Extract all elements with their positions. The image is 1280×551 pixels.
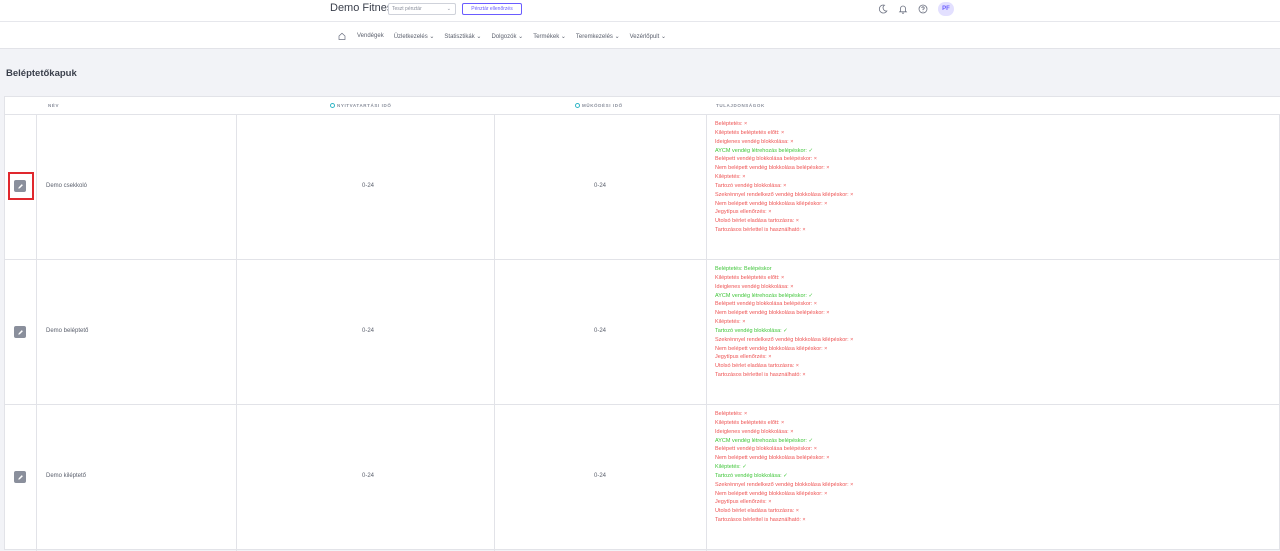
header-opening[interactable]: NYITVATARTÁSI IDŐ <box>330 103 391 108</box>
pencil-icon <box>17 329 23 335</box>
header-name[interactable]: NÉV <box>48 103 59 108</box>
header-properties: TULAJDONSÁGOK <box>716 103 765 108</box>
nav-guests[interactable]: Vendégek <box>357 33 384 39</box>
nav-employees[interactable]: Dolgozók ⌄ <box>491 33 523 40</box>
header-operating[interactable]: MŰKÖDÉSI IDŐ <box>575 103 623 108</box>
property-item: Szekrénnyel rendelkező vendég blokkolása… <box>715 481 854 488</box>
gates-table: NÉV NYITVATARTÁSI IDŐ MŰKÖDÉSI IDŐ TULAJ… <box>4 96 1280 551</box>
opening-hours: 0-24 <box>361 328 374 334</box>
edit-button[interactable] <box>14 326 26 338</box>
property-item: Kiléptetés beléptetés előtt: × <box>715 419 785 426</box>
property-item: Kiléptetés: × <box>715 174 746 181</box>
property-item: Nem belépett vendég blokkolása kilépésko… <box>715 490 828 497</box>
property-item: Belépett vendég blokkolása belépéskor: × <box>715 446 817 453</box>
property-item: Utolsó bérlet eladása tartozásra: × <box>715 508 799 515</box>
top-icons: PF <box>876 2 954 16</box>
properties-list: Beléptetés: × Kiléptetés beléptetés előtt… <box>715 410 853 525</box>
property-item: Tartozásos bérlettel is használható: × <box>715 227 806 234</box>
property-item: AYCM vendég létrehozás belépéskor: ✓ <box>715 147 814 154</box>
property-item: Nem belépett vendég blokkolása kilépésko… <box>715 345 828 352</box>
nav-statistics[interactable]: Statisztikák ⌄ <box>444 33 481 40</box>
property-item: Jegytípus ellenőrzés: × <box>715 499 772 506</box>
property-item: Belépett vendég blokkolása belépéskor: × <box>715 301 817 308</box>
table-row: Demo beléptető 0-24 0-24 Beléptetés: Bel… <box>5 260 1280 405</box>
pencil-icon <box>17 474 23 480</box>
property-item: Beléptetés: Belépéskor <box>715 266 772 272</box>
property-item: Nem belépett vendég blokkolása belépésko… <box>715 310 830 317</box>
property-item: Szekrénnyel rendelkező vendég blokkolása… <box>715 191 854 198</box>
register-select[interactable]: Teszt pénztár ⌄ <box>388 3 456 15</box>
table-row: Demo csekkoló 0-24 0-24 Beléptetés: × Kil… <box>5 115 1280 260</box>
main-nav: Vendégek Üzletkezelés ⌄ Statisztikák ⌄ D… <box>0 22 1280 49</box>
property-item: Tartozásos bérlettel is használható: × <box>715 372 806 379</box>
dark-mode-moon-icon[interactable] <box>876 2 890 16</box>
property-item: Tartozásos bérlettel is használható: × <box>715 517 806 524</box>
nav-dashboard[interactable]: Vezérlőpult ⌄ <box>630 33 666 40</box>
header-opening-label: NYITVATARTÁSI IDŐ <box>337 103 392 108</box>
edit-button[interactable] <box>14 471 26 483</box>
info-icon <box>575 103 580 108</box>
properties-list: Beléptetés: × Kiléptetés beléptetés előtt… <box>715 120 853 235</box>
property-item: Kiléptetés beléptetés előtt: × <box>715 129 785 136</box>
property-item: Ideiglenes vendég blokkolása: × <box>715 428 794 435</box>
property-item: Kiléptetés beléptetés előtt: × <box>715 274 785 281</box>
home-icon[interactable] <box>337 32 347 40</box>
chevron-down-icon: ⌄ <box>446 6 451 12</box>
property-item: Jegytípus ellenőrzés: × <box>715 354 772 361</box>
property-item: Tartozó vendég blokkolása: ✓ <box>715 327 788 334</box>
pencil-icon <box>17 183 23 189</box>
properties-list: Beléptetés: Belépéskor Kiléptetés belépte… <box>715 265 853 380</box>
register-select-value: Teszt pénztár <box>392 6 422 12</box>
opening-hours: 0-24 <box>361 183 374 189</box>
property-item: AYCM vendég létrehozás belépéskor: ✓ <box>715 437 814 444</box>
notification-bell-icon[interactable] <box>896 2 910 16</box>
property-item: Utolsó bérlet eladása tartozásra: × <box>715 218 799 225</box>
nav-business[interactable]: Üzletkezelés ⌄ <box>394 33 435 40</box>
user-avatar[interactable]: PF <box>938 2 954 16</box>
property-item: Tartozó vendég blokkolása: ✓ <box>715 472 788 479</box>
nav-room-management[interactable]: Teremkezelés ⌄ <box>576 33 620 40</box>
header-operating-label: MŰKÖDÉSI IDŐ <box>582 103 623 108</box>
page-title: Beléptetőkapuk <box>6 68 77 79</box>
help-question-icon[interactable] <box>916 2 930 16</box>
table-row: Demo kiléptető 0-24 0-24 Beléptetés: × Ki… <box>5 405 1280 551</box>
gate-name: Demo beléptető <box>46 328 89 334</box>
property-item: Kiléptetés: × <box>715 319 746 326</box>
operating-hours: 0-24 <box>593 328 606 334</box>
gate-name: Demo kiléptető <box>46 473 87 479</box>
property-item: Utolsó bérlet eladása tartozásra: × <box>715 363 799 370</box>
operating-hours: 0-24 <box>593 473 606 479</box>
table-header: NÉV NYITVATARTÁSI IDŐ MŰKÖDÉSI IDŐ TULAJ… <box>5 97 1280 115</box>
property-item: Kiléptetés: ✓ <box>715 464 747 471</box>
register-check-button[interactable]: Pénztár ellenőrzés <box>462 3 522 15</box>
nav-products[interactable]: Termékek ⌄ <box>533 33 566 40</box>
property-item: Beléptetés: × <box>715 121 748 127</box>
property-item: Szekrénnyel rendelkező vendég blokkolása… <box>715 336 854 343</box>
property-item: Belépett vendég blokkolása belépéskor: × <box>715 156 817 163</box>
property-item: Ideiglenes vendég blokkolása: × <box>715 138 794 145</box>
property-item: Nem belépett vendég blokkolása belépésko… <box>715 165 830 172</box>
property-item: Beléptetés: × <box>715 411 748 417</box>
property-item: Jegytípus ellenőrzés: × <box>715 209 772 216</box>
top-bar: Demo Fitness Teszt pénztár ⌄ Pénztár ell… <box>0 0 1280 22</box>
edit-button[interactable] <box>14 180 26 192</box>
property-item: Nem belépett vendég blokkolása kilépésko… <box>715 200 828 207</box>
property-item: AYCM vendég létrehozás belépéskor: ✓ <box>715 292 814 299</box>
property-item: Ideiglenes vendég blokkolása: × <box>715 283 794 290</box>
property-item: Tartozó vendég blokkolása: × <box>715 182 787 189</box>
info-icon <box>330 103 335 108</box>
operating-hours: 0-24 <box>593 183 606 189</box>
property-item: Nem belépett vendég blokkolása belépésko… <box>715 455 830 462</box>
gate-name: Demo csekkoló <box>46 183 88 189</box>
opening-hours: 0-24 <box>361 473 374 479</box>
